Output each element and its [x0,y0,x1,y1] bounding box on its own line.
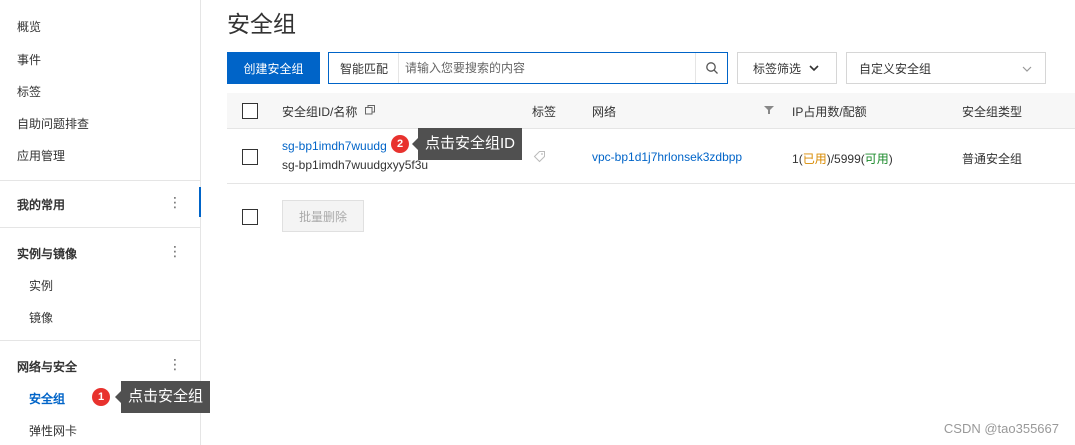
sidebar-item-instances[interactable]: 实例 [29,277,53,294]
tag-icon[interactable] [533,150,546,163]
ip-used-count: 1 [792,152,799,166]
favorites-indicator [199,187,201,217]
security-group-type: 普通安全组 [962,152,1023,166]
tag-filter-label: 标签筛选 [753,61,802,76]
search-mode-select[interactable]: 智能匹配 [329,53,399,83]
sidebar-divider [0,180,200,181]
batch-select-checkbox[interactable] [242,209,258,225]
security-group-id-link[interactable]: sg-bp1imdh7wuudg [282,139,387,153]
column-header-ip-quota: IP占用数/配额 [792,105,867,119]
used-label: 已用 [802,152,827,166]
filter-icon[interactable] [764,105,774,115]
column-header-id-name: 安全组ID/名称 [282,105,358,119]
table-row: sg-bp1imdh7wuudg sg-bp1imdh7wuudgxyy5f3u… [227,129,1075,184]
search-icon [705,62,718,74]
custom-select-label: 自定义安全组 [859,61,932,76]
sidebar-group-favorites[interactable]: 我的常用 [17,196,65,213]
watermark: CSDN @tao355667 [943,421,1059,436]
ip-usage: 1(已用)/5999(可用) [792,152,893,166]
step-tooltip-2: 点击安全组ID [411,128,523,160]
search-bar: 智能匹配 [328,52,728,84]
page-title: 安全组 [227,11,296,37]
step-tooltip-1: 点击安全组 [114,381,211,413]
step-badge-2: 2 [391,135,409,153]
sidebar-group-instances-images[interactable]: 实例与镜像 [17,245,77,262]
sidebar-group-network-security[interactable]: 网络与安全 [17,358,77,375]
sidebar-item-images[interactable]: 镜像 [29,309,53,326]
custom-security-group-select[interactable]: 自定义安全组 [846,52,1046,84]
column-header-tags: 标签 [532,105,557,119]
more-icon[interactable]: ⋮ [168,243,182,260]
create-security-group-button[interactable]: 创建安全组 [227,52,320,84]
search-input[interactable] [399,53,695,83]
sidebar-item-app-management[interactable]: 应用管理 [17,147,65,164]
chevron-down-icon [809,65,819,72]
sidebar-item-events[interactable]: 事件 [17,51,41,68]
sidebar-item-overview[interactable]: 概览 [17,18,41,35]
sidebar-item-tags[interactable]: 标签 [17,83,41,100]
sidebar-divider [0,227,200,228]
copy-icon[interactable] [365,105,375,115]
table-header: 安全组ID/名称 标签 网络 IP占用数/配额 安全组类型 [227,93,1075,129]
more-icon[interactable]: ⋮ [168,194,182,211]
sidebar: 概览 事件 标签 自助问题排查 应用管理 我的常用 ⋮ 实例与镜像 ⋮ 实例 镜… [0,0,201,445]
batch-delete-button[interactable]: 批量删除 [282,200,364,232]
chevron-down-icon [1022,66,1032,72]
select-all-checkbox[interactable] [242,103,258,119]
available-label: 可用 [864,152,889,166]
row-checkbox[interactable] [242,149,258,165]
more-icon[interactable]: ⋮ [168,356,182,373]
search-button[interactable] [695,53,727,83]
tag-filter-dropdown[interactable]: 标签筛选 [737,52,837,84]
vpc-link[interactable]: vpc-bp1d1j7hrlonsek3zdbpp [592,150,742,164]
sidebar-item-security-groups[interactable]: 安全组 [29,390,65,407]
column-header-type: 安全组类型 [962,105,1023,119]
sidebar-item-eni[interactable]: 弹性网卡 [29,422,77,439]
column-header-network: 网络 [592,105,617,119]
security-group-name: sg-bp1imdh7wuudgxyy5f3u [282,158,429,172]
ip-quota-count: 5999 [834,152,861,166]
step-badge-1: 1 [92,388,110,406]
sidebar-item-self-troubleshoot[interactable]: 自助问题排查 [17,115,89,132]
sidebar-divider [0,340,200,341]
